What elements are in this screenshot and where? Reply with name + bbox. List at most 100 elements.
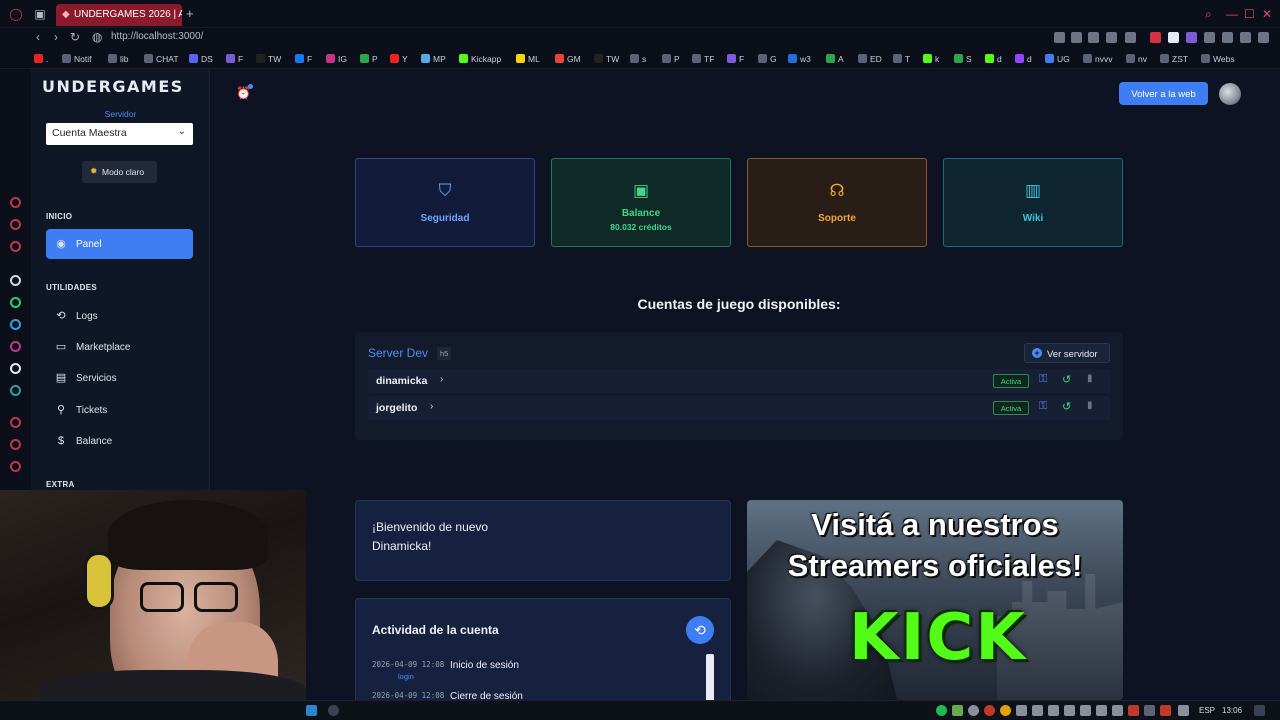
lock-icon[interactable]: ▮ <box>1087 373 1093 384</box>
account-row[interactable]: jorgelito › Activa ⚿ ↺ ▮ <box>368 396 1110 420</box>
lock-icon[interactable]: ▮ <box>1087 400 1093 411</box>
sidebar-item-panel[interactable]: ◉ Panel <box>46 229 193 259</box>
network-icon[interactable] <box>1096 705 1107 716</box>
chevron-right-icon[interactable]: › <box>430 401 433 412</box>
bookmark-item[interactable]: S <box>954 54 972 64</box>
bookmark-item[interactable]: F <box>727 54 744 64</box>
bookmark-item[interactable]: DS <box>189 54 213 64</box>
bookmark-item[interactable]: lib <box>108 54 129 64</box>
chrome-icon[interactable] <box>1000 705 1011 716</box>
puzzle-icon[interactable] <box>1204 32 1215 43</box>
sidebar-item-servicios[interactable]: ▤ Servicios <box>46 363 193 393</box>
rail-aria-icon[interactable] <box>10 197 21 208</box>
steam-icon[interactable] <box>1144 705 1155 716</box>
rail-clock-icon[interactable] <box>10 439 21 450</box>
language-indicator[interactable]: ESP <box>1199 706 1215 715</box>
tray-icon[interactable] <box>984 705 995 716</box>
play-icon[interactable] <box>1106 32 1117 43</box>
rail-app-icon[interactable] <box>10 385 21 396</box>
taskbar-app-icon[interactable] <box>306 705 317 716</box>
reset-icon[interactable]: ↺ <box>1062 373 1071 386</box>
server-select[interactable]: Cuenta Maestra ⌄ <box>46 123 193 145</box>
sync-icon[interactable] <box>1168 32 1179 43</box>
avatar[interactable] <box>1219 83 1241 105</box>
sidebar-item-balance[interactable]: $ Balance <box>46 426 193 456</box>
heart-icon[interactable] <box>1125 32 1136 43</box>
bookmark-folder[interactable]: Webs <box>1201 54 1235 64</box>
adblock-icon[interactable] <box>1150 32 1161 43</box>
opera-logo-icon[interactable]: ◯ <box>8 6 24 22</box>
bookmark-item[interactable]: G <box>758 54 777 64</box>
activity-scrollbar[interactable] <box>706 654 714 706</box>
chatgpt-icon[interactable] <box>10 275 21 286</box>
balance-card[interactable]: ▣ Balance 80.032 créditos <box>551 158 731 247</box>
bookmark-item[interactable]: . <box>34 54 48 64</box>
url-field[interactable]: http://localhost:3000/ <box>111 31 203 42</box>
bookmark-item[interactable]: k <box>923 54 939 64</box>
bookmark-item[interactable]: P <box>662 54 680 64</box>
tray-icon[interactable] <box>1048 705 1059 716</box>
rail-history-icon[interactable] <box>10 417 21 428</box>
bookmark-item[interactable]: s <box>630 54 646 64</box>
bookmark-item[interactable]: TF <box>692 54 714 64</box>
tray-icon[interactable] <box>1016 705 1027 716</box>
back-icon[interactable]: ‹ <box>36 30 40 44</box>
discord-icon[interactable] <box>10 363 21 374</box>
notifications-icon[interactable] <box>1254 705 1265 716</box>
rail-wallet-icon[interactable] <box>10 219 21 230</box>
tray-icon[interactable] <box>1160 705 1171 716</box>
volume-icon[interactable] <box>1112 705 1123 716</box>
tray-icon[interactable] <box>968 705 979 716</box>
reset-icon[interactable]: ↺ <box>1062 400 1071 413</box>
profile-icon[interactable] <box>1222 32 1233 43</box>
bookmark-item[interactable]: Kickapp <box>459 54 501 64</box>
instagram-icon[interactable] <box>10 341 21 352</box>
rail-news-icon[interactable] <box>10 241 21 252</box>
bookmark-item[interactable]: Y <box>390 54 408 64</box>
minimize-icon[interactable]: — <box>1226 7 1238 21</box>
browser-tab-active[interactable]: ◆ UNDERGAMES 2026 | Acc <box>56 4 182 26</box>
wiki-card[interactable]: ▥ Wiki <box>943 158 1123 247</box>
brand-logo[interactable]: UNDERGAMES <box>42 77 184 96</box>
sidebar-item-marketplace[interactable]: ▭ Marketplace <box>46 332 193 362</box>
security-card[interactable]: ⛉ Seguridad <box>355 158 535 247</box>
forward-icon[interactable]: › <box>54 30 58 44</box>
taskbar-clock-icon[interactable] <box>328 705 339 716</box>
site-info-icon[interactable]: ◍ <box>92 30 102 44</box>
bookmark-item[interactable]: F <box>226 54 243 64</box>
whatsapp-icon[interactable] <box>10 297 21 308</box>
spotify-icon[interactable] <box>936 705 947 716</box>
support-card[interactable]: ☊ Soporte <box>747 158 927 247</box>
bookmark-item[interactable]: Notif <box>62 54 91 64</box>
download-icon[interactable] <box>1240 32 1251 43</box>
bookmark-item[interactable]: GM <box>555 54 581 64</box>
bookmark-item[interactable]: TW <box>256 54 281 64</box>
theme-toggle-button[interactable]: ✹ Modo claro <box>82 161 157 183</box>
chevron-right-icon[interactable]: › <box>440 374 443 385</box>
history-icon[interactable]: ⟲ <box>686 616 714 644</box>
bookmark-item[interactable]: d <box>1015 54 1032 64</box>
screenshot-icon[interactable] <box>1071 32 1082 43</box>
bookmark-item[interactable]: w3 <box>788 54 811 64</box>
telegram-icon[interactable] <box>10 319 21 330</box>
bookmark-item[interactable]: TW <box>594 54 619 64</box>
view-server-button[interactable]: + Ver servidor <box>1024 343 1110 363</box>
menu-icon[interactable] <box>1258 32 1269 43</box>
sidebar-item-tickets[interactable]: ⚲ Tickets <box>46 395 193 425</box>
bookmark-item[interactable]: P <box>360 54 378 64</box>
workspaces-icon[interactable]: ▣ <box>32 6 48 22</box>
twitch-extension-icon[interactable] <box>1186 32 1197 43</box>
extension-icon[interactable] <box>1088 32 1099 43</box>
back-to-web-button[interactable]: Volver a la web <box>1119 82 1208 105</box>
close-window-icon[interactable]: ✕ <box>1262 7 1272 21</box>
bookmark-item[interactable]: ML <box>516 54 540 64</box>
account-row[interactable]: dinamicka › Activa ⚿ ↺ ▮ <box>368 369 1110 393</box>
display-icon[interactable] <box>1080 705 1091 716</box>
maximize-icon[interactable]: ☐ <box>1244 7 1255 21</box>
tray-icon[interactable] <box>1064 705 1075 716</box>
bookmark-page-icon[interactable] <box>1054 32 1065 43</box>
bookmark-item[interactable]: T <box>893 54 910 64</box>
bookmark-item[interactable]: IG <box>326 54 347 64</box>
pen-icon[interactable] <box>1178 705 1189 716</box>
bookmark-item[interactable]: CHAT <box>144 54 179 64</box>
